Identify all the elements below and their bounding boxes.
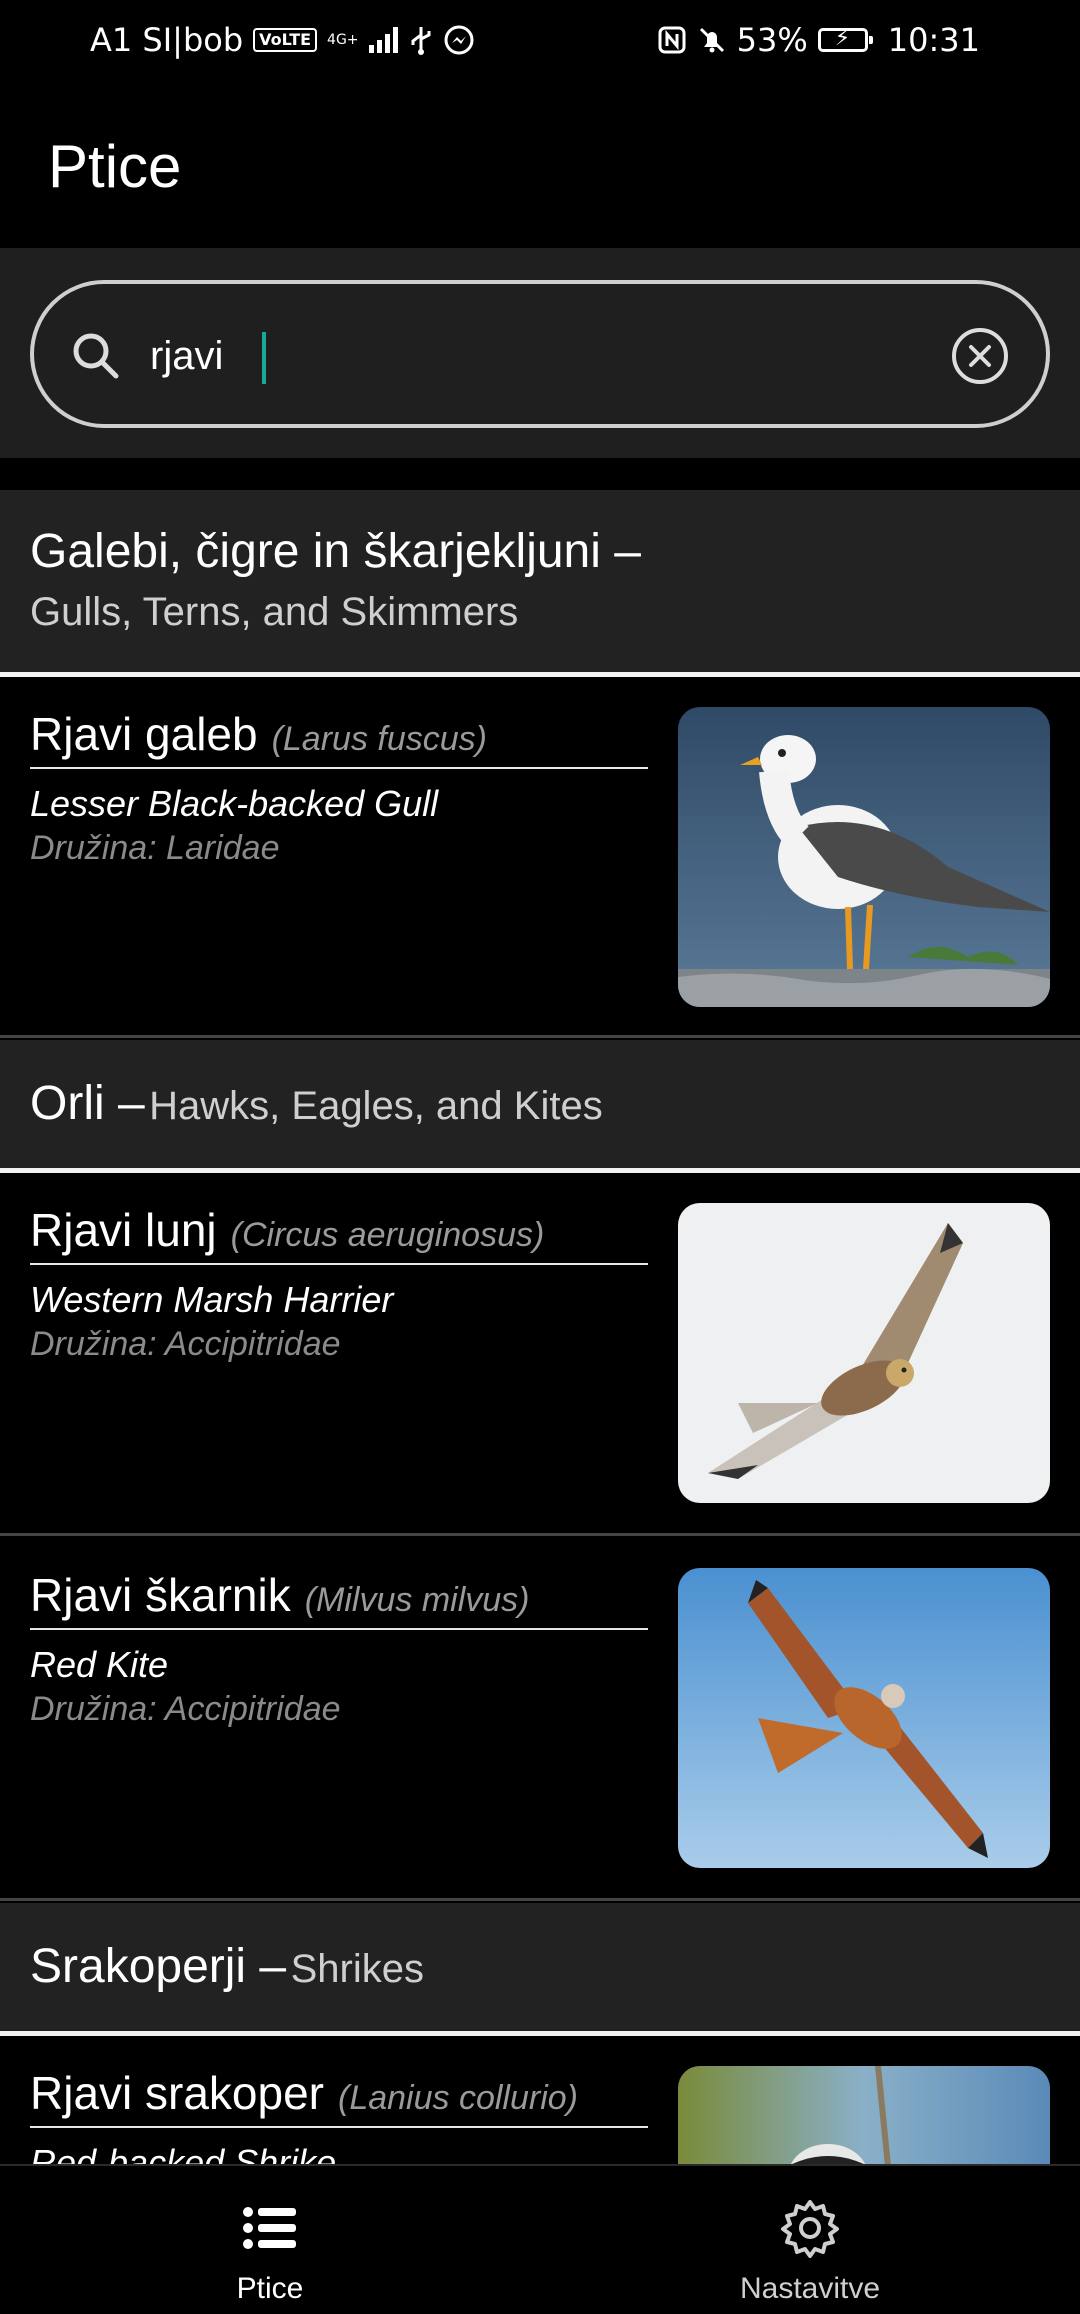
group-header-hawks: Orli – Hawks, Eagles, and Kites [0, 1040, 1080, 1168]
network-type: 4G+ [327, 32, 359, 48]
nav-item-ptice[interactable]: Ptice [0, 2166, 540, 2314]
carrier-name: A1 SI|bob [90, 21, 244, 59]
group-header-shrikes: Srakoperji – Shrikes [0, 1903, 1080, 2031]
text-cursor [262, 332, 266, 384]
bird-english-name: Lesser Black-backed Gull [30, 783, 439, 824]
bird-name: Rjavi srakoper [30, 2067, 324, 2119]
bird-name: Rjavi lunj [30, 1204, 217, 1256]
volte-indicator: VoLTE [253, 28, 318, 52]
bird-title-row: Rjavi škarnik (Milvus milvus) [30, 1568, 648, 1630]
bird-title-row: Rjavi srakoper (Lanius collurio) [30, 2066, 648, 2128]
bird-name: Rjavi škarnik [30, 1569, 291, 1621]
bird-family: Družina: Accipitridae [30, 1690, 341, 1728]
bottom-navigation: Ptice Nastavitve [0, 2164, 1080, 2314]
bird-item-rjavi-lunj[interactable]: Rjavi lunj (Circus aeruginosus) Western … [0, 1173, 1080, 1533]
group-name-en: Hawks, Eagles, and Kites [149, 1084, 603, 1128]
bird-latin-name: (Circus aeruginosus) [230, 1216, 545, 1254]
bird-photo-harrier[interactable] [678, 1203, 1050, 1503]
battery-percent: 53% [736, 21, 808, 59]
clock: 10:31 [887, 21, 980, 59]
bird-photo-kite[interactable] [678, 1568, 1050, 1868]
bird-english-name: Red-backed Shrike [30, 2142, 337, 2164]
page-title: Ptice [48, 133, 182, 200]
bird-family: Družina: Laridae [30, 829, 280, 867]
divider [0, 1898, 1080, 1901]
bird-family: Družina: Accipitridae [30, 1325, 341, 1363]
group-name-sl: Galebi, čigre in škarjekljuni – [30, 525, 641, 578]
clear-search-icon[interactable] [950, 326, 1010, 386]
battery-icon: ⚡ [817, 27, 873, 52]
bird-title-row: Rjavi galeb (Larus fuscus) [30, 707, 648, 769]
usb-icon [411, 27, 431, 55]
bird-english-name: Red Kite [30, 1644, 169, 1685]
gear-icon [781, 2200, 839, 2258]
bird-item-rjavi-skarnik[interactable]: Rjavi škarnik (Milvus milvus) Red Kite D… [0, 1538, 1080, 1898]
bird-english-name: Western Marsh Harrier [30, 1279, 394, 1320]
nfc-icon [658, 26, 686, 54]
search-area [0, 248, 1080, 458]
bird-photo-shrike[interactable] [678, 2066, 1050, 2164]
bird-photo-gull[interactable] [678, 707, 1050, 1007]
bird-latin-name: (Lanius collurio) [338, 2079, 578, 2117]
group-header-gulls: Galebi, čigre in škarjekljuni – Gulls, T… [0, 490, 1080, 672]
group-name-sl: Orli – [30, 1077, 145, 1130]
app-bar: Ptice [0, 80, 1080, 248]
search-bar[interactable] [30, 280, 1050, 428]
bird-latin-name: (Larus fuscus) [271, 720, 487, 758]
divider [0, 1533, 1080, 1536]
messenger-icon [444, 25, 474, 55]
bird-latin-name: (Milvus milvus) [304, 1581, 530, 1619]
status-bar: A1 SI|bob VoLTE 4G+ 53% ⚡ 10:31 [0, 0, 1080, 80]
nav-label: Ptice [236, 2272, 304, 2305]
nav-label: Nastavitve [739, 2272, 881, 2305]
group-name-en: Gulls, Terns, and Skimmers [30, 590, 519, 634]
group-name-sl: Srakoperji – [30, 1940, 287, 1993]
divider [0, 1035, 1080, 1038]
bird-name: Rjavi galeb [30, 708, 258, 760]
list-icon [243, 2207, 296, 2249]
signal-icon [368, 27, 398, 53]
bird-title-row: Rjavi lunj (Circus aeruginosus) [30, 1203, 648, 1265]
bird-item-rjavi-galeb[interactable]: Rjavi galeb (Larus fuscus) Lesser Black-… [0, 677, 1080, 1035]
group-name-en: Shrikes [290, 1947, 424, 1991]
bell-muted-icon [699, 27, 724, 53]
bird-item-rjavi-srakoper[interactable]: Rjavi srakoper (Lanius collurio) Red-bac… [0, 2036, 1080, 2164]
nav-item-nastavitve[interactable]: Nastavitve [540, 2166, 1080, 2314]
search-icon [73, 333, 119, 379]
